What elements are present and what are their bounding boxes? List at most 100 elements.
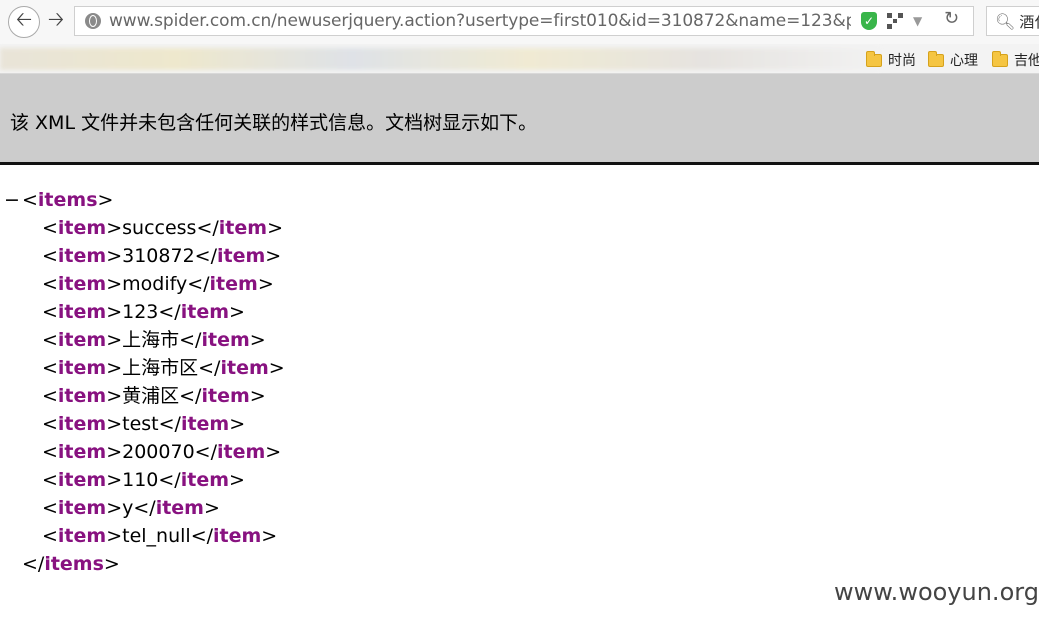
bookmark-item[interactable]: 心理 bbox=[928, 50, 978, 70]
close-bracket: > bbox=[265, 245, 282, 267]
xml-tag-name: item bbox=[57, 469, 107, 491]
xml-item-value: modify bbox=[122, 273, 188, 295]
xml-tag-name: item bbox=[57, 385, 107, 407]
xml-tag-name: item bbox=[218, 217, 268, 239]
folder-icon bbox=[866, 50, 882, 67]
folder-icon bbox=[928, 50, 944, 67]
close-bracket: > bbox=[106, 441, 123, 463]
arrow-left-icon: 🡠 bbox=[15, 7, 33, 31]
xml-tag-name: item bbox=[220, 357, 269, 379]
open-bracket: < bbox=[42, 413, 58, 435]
end-open-bracket: </ bbox=[194, 245, 217, 267]
xml-item-value: 123 bbox=[122, 301, 159, 323]
end-open-bracket: </ bbox=[187, 273, 210, 295]
xml-tag-name: item bbox=[57, 497, 107, 519]
bookmark-label: 时尚 bbox=[888, 53, 916, 69]
close-bracket: > bbox=[106, 217, 123, 239]
xml-tree: − <items> <item>success</item> <item>3108… bbox=[0, 186, 1000, 578]
globe-icon bbox=[85, 13, 101, 29]
open-bracket: < bbox=[42, 301, 58, 323]
close-bracket: > bbox=[249, 385, 266, 407]
back-button[interactable]: 🡠 bbox=[8, 6, 40, 38]
end-open-bracket: </ bbox=[158, 469, 181, 491]
open-bracket: < bbox=[42, 385, 58, 407]
xml-tag-name: item bbox=[201, 385, 250, 407]
end-open-bracket: </ bbox=[133, 497, 156, 519]
arrow-right-icon: 🡢 bbox=[47, 7, 65, 31]
xml-item-value: 200070 bbox=[122, 441, 195, 463]
xml-tag-name: item bbox=[216, 441, 266, 463]
bookmark-item[interactable]: 吉他 bbox=[992, 50, 1039, 70]
xml-tag-name: item bbox=[155, 497, 204, 519]
browser-toolbar: 🡠 🡢 www.spider.com.cn/newuserjquery.acti… bbox=[0, 0, 1039, 44]
close-bracket: > bbox=[249, 329, 266, 351]
forward-button[interactable]: 🡢 bbox=[42, 7, 70, 36]
address-bar[interactable]: www.spider.com.cn/newuserjquery.action?u… bbox=[74, 6, 974, 36]
xml-item-value: 上海市区 bbox=[122, 357, 199, 379]
end-open-bracket: </ bbox=[179, 385, 202, 407]
url-text[interactable]: www.spider.com.cn/newuserjquery.action?u… bbox=[109, 11, 851, 31]
close-bracket: > bbox=[261, 525, 278, 547]
open-bracket: < bbox=[42, 469, 58, 491]
search-text[interactable]: 酒化 bbox=[1019, 11, 1039, 32]
xml-item-line: <item>上海市区</item> bbox=[0, 354, 1000, 382]
close-bracket: > bbox=[229, 413, 246, 435]
xml-tag-name: item bbox=[57, 329, 107, 351]
xml-item-line: <item>上海市</item> bbox=[0, 326, 1000, 354]
xml-tag-name: item bbox=[57, 245, 107, 267]
close-bracket: > bbox=[265, 441, 282, 463]
chevron-down-icon[interactable]: ▼ bbox=[913, 14, 922, 28]
close-bracket: > bbox=[106, 357, 123, 379]
bookmark-item[interactable]: 时尚 bbox=[866, 50, 916, 70]
xml-item-line: <item>200070</item> bbox=[0, 438, 1000, 466]
close-bracket: > bbox=[268, 357, 285, 379]
bookmark-label: 吉他 bbox=[1014, 53, 1039, 69]
close-bracket: > bbox=[106, 245, 123, 267]
xml-tag-name: item bbox=[57, 357, 107, 379]
xml-tag-name: item bbox=[201, 329, 250, 351]
xml-tag-name: item bbox=[57, 441, 107, 463]
xml-item-value: tel_null bbox=[122, 525, 191, 547]
xml-item-value: 黄浦区 bbox=[122, 385, 180, 407]
open-bracket: < bbox=[42, 497, 58, 519]
xml-tag-name: item bbox=[57, 525, 107, 547]
xml-tag-name: items bbox=[44, 553, 104, 575]
xml-tag-name: item bbox=[180, 301, 229, 323]
xml-item-value: success bbox=[122, 217, 197, 239]
xml-tag-name: item bbox=[180, 413, 230, 435]
xml-tag-name: item bbox=[209, 273, 258, 295]
close-bracket: > bbox=[106, 301, 123, 323]
open-bracket: < bbox=[42, 357, 58, 379]
xml-tag-name: item bbox=[213, 525, 262, 547]
bookmark-label: 心理 bbox=[950, 53, 978, 69]
xml-tag-name: items bbox=[37, 189, 98, 211]
qr-code-icon[interactable] bbox=[887, 13, 903, 29]
xml-tag-name: item bbox=[57, 217, 107, 239]
close-bracket: > bbox=[106, 413, 123, 435]
end-open-bracket: </ bbox=[179, 329, 202, 351]
end-open-bracket: </ bbox=[198, 357, 221, 379]
xml-item-line: <item>310872</item> bbox=[0, 242, 1000, 270]
open-bracket: < bbox=[42, 273, 58, 295]
xml-item-line: <item>modify</item> bbox=[0, 270, 1000, 298]
xml-item-line: <item>y</item> bbox=[0, 494, 1000, 522]
search-icon: 🔍︎ bbox=[995, 11, 1016, 31]
reload-icon[interactable]: ↻ bbox=[944, 8, 959, 29]
open-bracket: < bbox=[42, 217, 58, 239]
close-bracket: > bbox=[267, 217, 283, 239]
xml-tag-name: item bbox=[180, 469, 229, 491]
close-bracket: > bbox=[229, 469, 245, 491]
close-bracket: > bbox=[203, 497, 220, 519]
collapse-toggle[interactable]: − bbox=[4, 186, 20, 214]
open-bracket: < bbox=[42, 245, 58, 267]
search-box[interactable]: 🔍︎ 酒化 bbox=[986, 6, 1039, 36]
bookmarks-bar: 时尚 心理 吉他 bbox=[0, 44, 1039, 74]
xml-tag-name: item bbox=[57, 301, 107, 323]
close-bracket: > bbox=[106, 329, 123, 351]
xml-item-line: <item>110</item> bbox=[0, 466, 1000, 494]
shield-icon[interactable]: ✓ bbox=[861, 12, 877, 30]
close-bracket: > bbox=[106, 497, 123, 519]
open-bracket: < bbox=[42, 525, 58, 547]
xml-item-value: test bbox=[122, 413, 159, 435]
xml-item-line: <item>123</item> bbox=[0, 298, 1000, 326]
